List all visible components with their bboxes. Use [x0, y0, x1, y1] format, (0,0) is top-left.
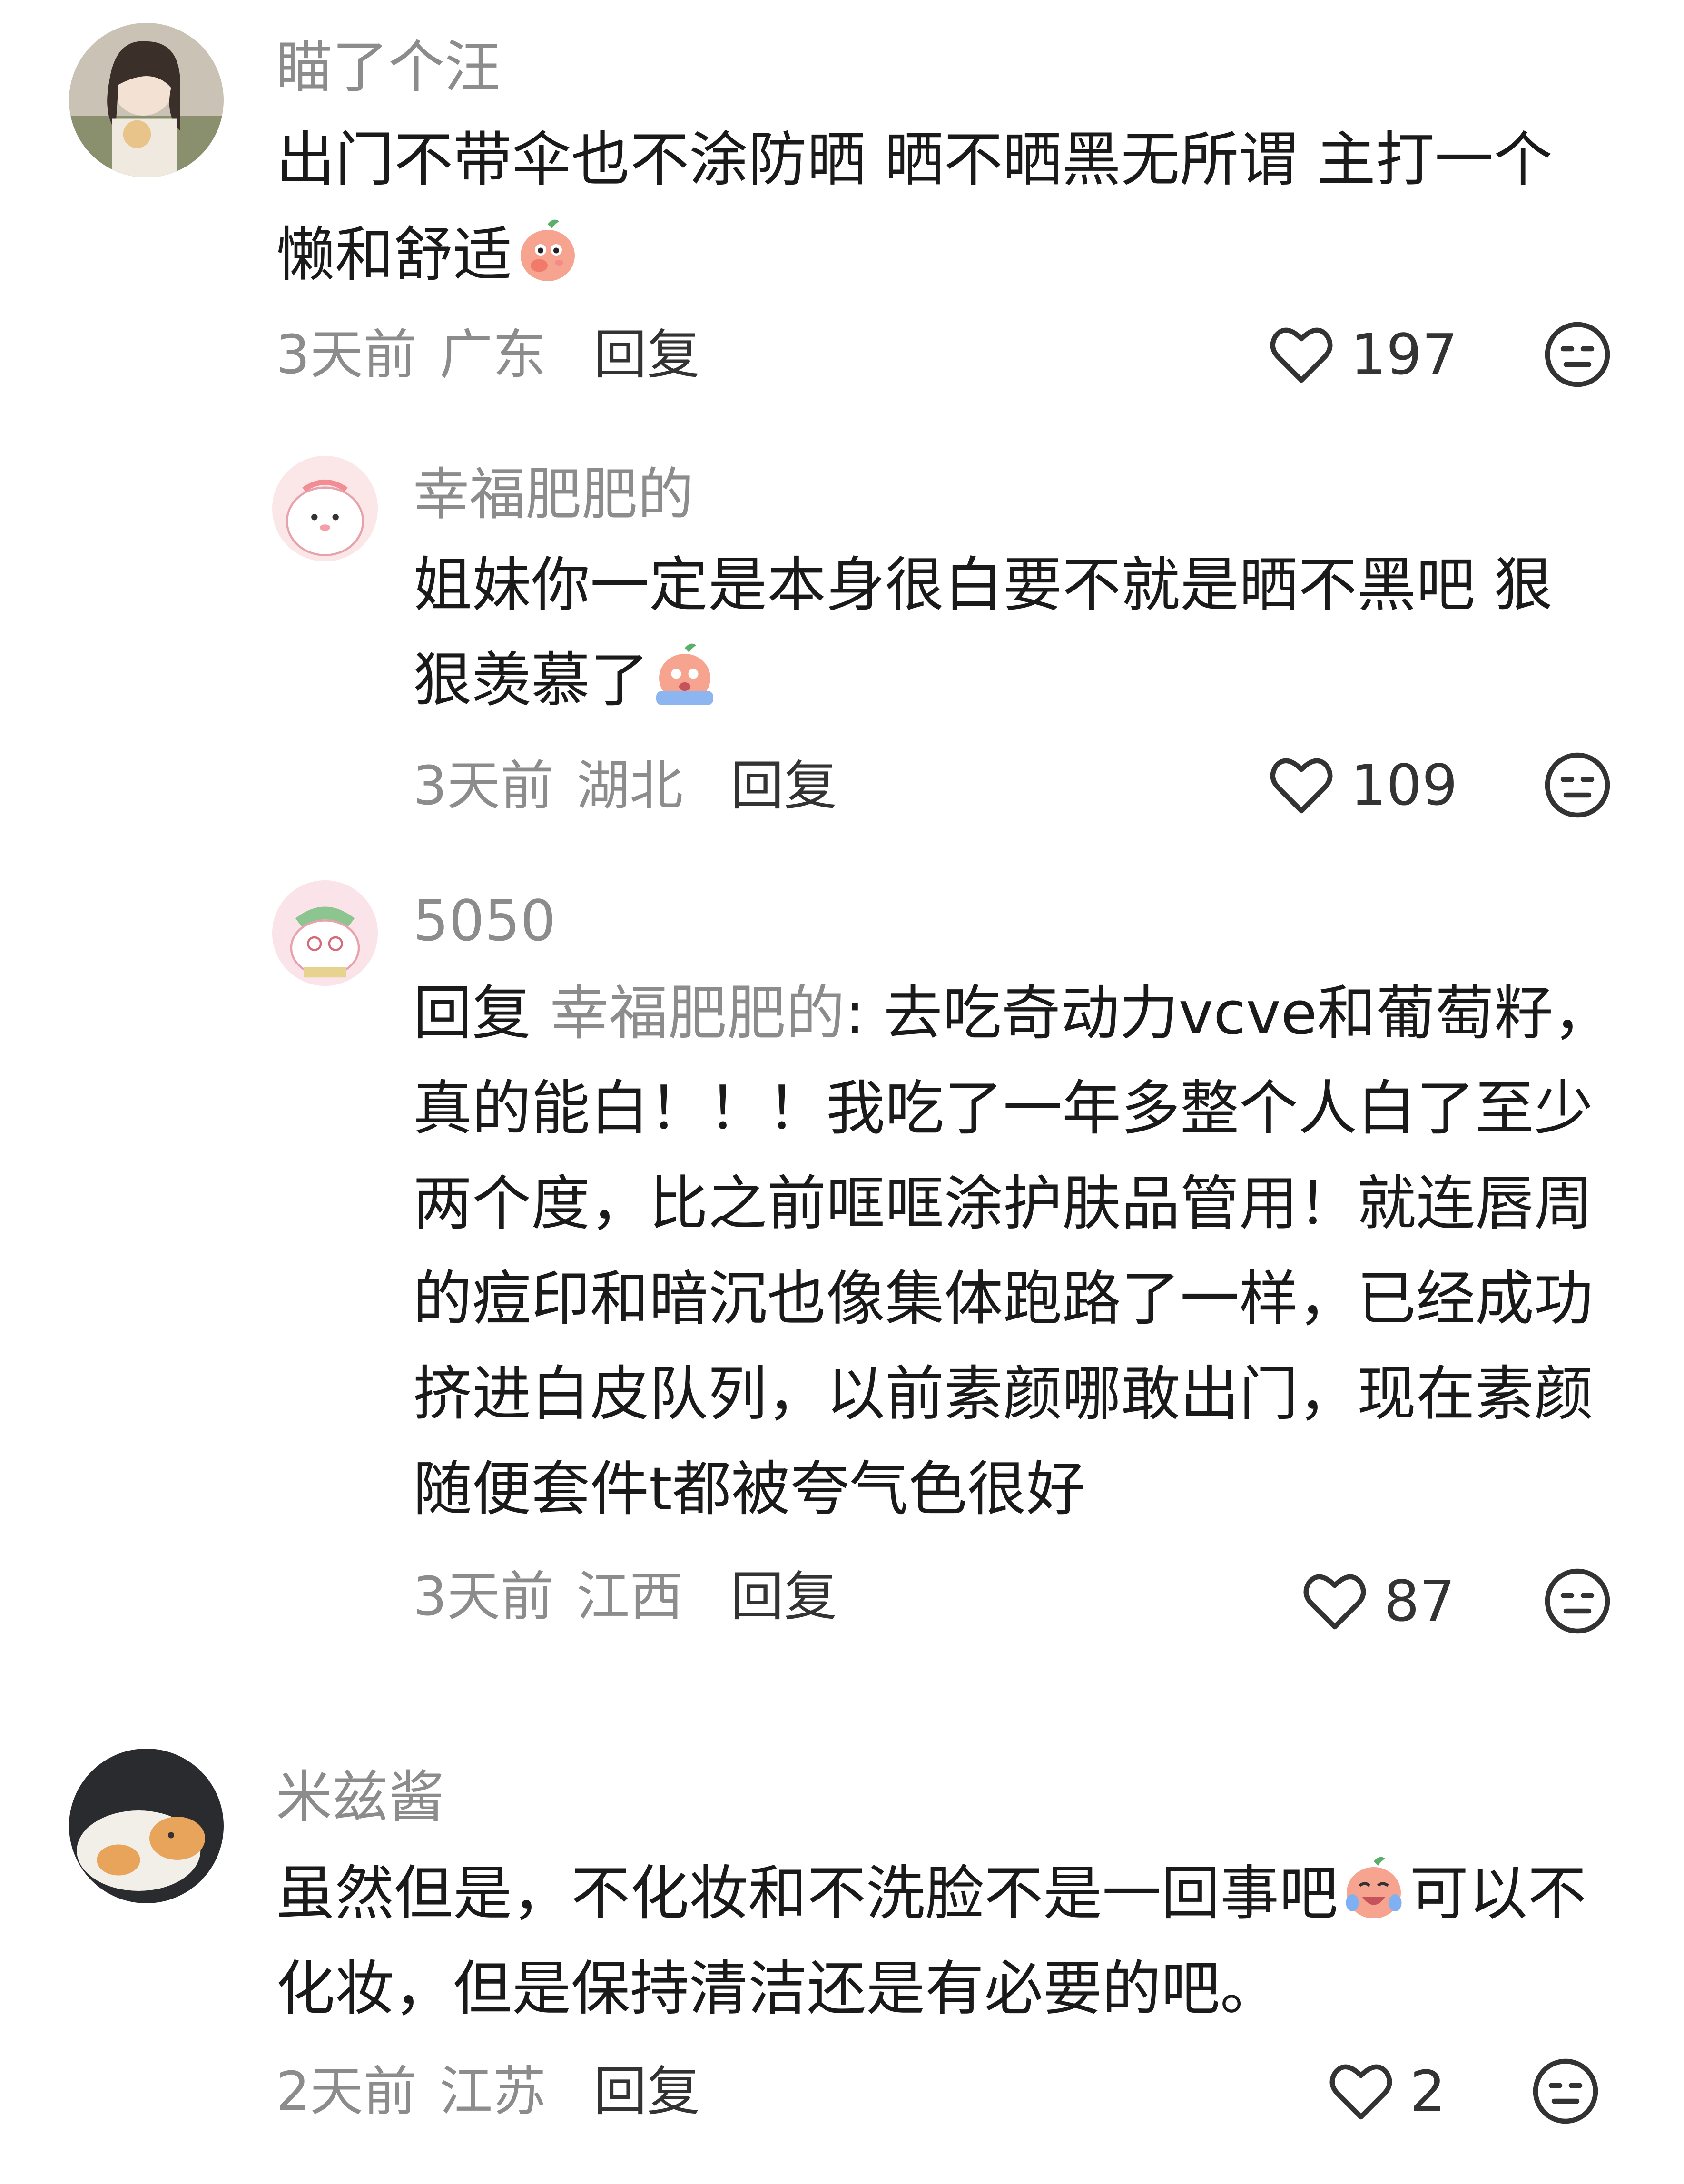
like-count: 109	[1350, 752, 1458, 818]
comment-text: 回复 幸福肥肥的: 去吃奇动力vcve和葡萄籽， 真的能白！！！我吃了一年多整个…	[413, 966, 1612, 1537]
like-count: 2	[1410, 2058, 1446, 2124]
comment-line: 化妆，但是保持清洁还是有必要的吧。	[276, 1955, 1280, 2023]
comment-line: 随便套件t都被夸气色很好	[413, 1455, 1085, 1524]
comment-line: 的痘印和暗沉也像集体跑路了一样，已经成功	[413, 1265, 1594, 1333]
comment-line: 狠羡慕了	[413, 646, 650, 715]
peach-cover-mouth-emoji-icon	[512, 214, 583, 285]
comment-line: 虽然但是，不化妆和不洗脸不是一回事吧	[276, 1859, 1339, 1928]
username[interactable]: 幸福肥肥的	[413, 466, 694, 522]
heart-outline-icon	[1270, 758, 1333, 814]
meh-face-icon[interactable]	[1542, 749, 1613, 821]
meh-face-icon[interactable]	[1542, 319, 1613, 390]
comment-time: 3天前	[276, 324, 417, 386]
comment-line: 可以不	[1409, 1859, 1587, 1928]
avatar[interactable]	[69, 1749, 224, 1903]
comment-line: 挤进白皮队列，以前素颜哪敢出门，现在素颜	[413, 1360, 1594, 1428]
like-button[interactable]: 109	[1266, 749, 1457, 821]
comment-location: 江西	[576, 1566, 683, 1628]
comment-line: 出门不带伞也不涂防晒 晒不晒黑无所谓 主打一个	[276, 126, 1553, 194]
comment-text: 虽然但是，不化妆和不洗脸不是一回事吧 可以不 化妆，但是保持清洁还是有必要的吧。	[276, 1846, 1586, 2036]
comment-meta: 2天前 江苏 回复	[276, 2065, 700, 2118]
heart-outline-icon	[1270, 327, 1333, 383]
meh-face-icon[interactable]	[1542, 1565, 1613, 1637]
comment-text: 姐妹你一定是本身很白要不就是晒不黑吧 狠 狠羡慕了	[413, 538, 1553, 728]
reply-button[interactable]: 回复	[730, 755, 837, 817]
heart-outline-icon	[1329, 2064, 1392, 2120]
comment-line: 去吃奇动力vcve和葡萄籽，	[883, 979, 1612, 1048]
comment-meta: 3天前 湖北 回复	[413, 759, 837, 813]
comment-meta: 3天前 广东 回复	[276, 328, 700, 382]
comment-meta: 3天前 江西 回复	[413, 1570, 837, 1623]
heart-outline-icon	[1303, 1574, 1366, 1630]
avatar[interactable]	[69, 23, 224, 177]
comment-time: 3天前	[413, 755, 554, 817]
avatar[interactable]	[272, 456, 378, 561]
comment-line-with-emoji: 虽然但是，不化妆和不洗脸不是一回事吧 可以不	[276, 1846, 1586, 1941]
peach-crying-emoji-icon	[649, 639, 720, 711]
reply-target-mention[interactable]: 幸福肥肥的	[550, 979, 845, 1048]
reply-button[interactable]: 回复	[593, 324, 700, 386]
comment-location: 广东	[439, 324, 546, 386]
like-button[interactable]: 87	[1299, 1565, 1455, 1637]
username[interactable]: 5050	[413, 893, 556, 949]
comment-location: 江苏	[439, 2061, 546, 2123]
comment-line-with-mention: 回复 幸福肥肥的: 去吃奇动力vcve和葡萄籽，	[413, 979, 1612, 1048]
reply-prefix: 回复	[413, 979, 532, 1048]
comment-time: 2天前	[276, 2061, 417, 2123]
comment-line: 两个度，比之前哐哐涂护肤品管用！就连唇周	[413, 1170, 1594, 1238]
username[interactable]: 米兹酱	[276, 1769, 444, 1825]
comment-text: 出门不带伞也不涂防晒 晒不晒黑无所谓 主打一个 懒和舒适	[276, 112, 1553, 303]
meh-face-icon[interactable]	[1530, 2056, 1601, 2127]
comment-line: 懒和舒适	[276, 221, 512, 289]
reply-button[interactable]: 回复	[593, 2061, 700, 2123]
comment-location: 湖北	[576, 755, 683, 817]
comment-line-with-emoji: 懒和舒适	[276, 207, 1553, 303]
like-button[interactable]: 2	[1325, 2056, 1446, 2127]
comment-time: 3天前	[413, 1566, 554, 1628]
reply-button[interactable]: 回复	[730, 1566, 837, 1628]
like-count: 197	[1350, 322, 1458, 387]
username[interactable]: 瞄了个汪	[276, 39, 501, 95]
like-count: 87	[1384, 1568, 1456, 1634]
peach-laugh-cry-emoji-icon	[1338, 1853, 1409, 1924]
comment-line-with-emoji: 狠羡慕了	[413, 633, 1553, 728]
avatar[interactable]	[272, 880, 378, 986]
comment-line: 真的能白！！！我吃了一年多整个人白了至少	[413, 1074, 1594, 1143]
like-button[interactable]: 197	[1266, 319, 1457, 390]
comment-line: 姐妹你一定是本身很白要不就是晒不黑吧 狠	[413, 551, 1553, 620]
